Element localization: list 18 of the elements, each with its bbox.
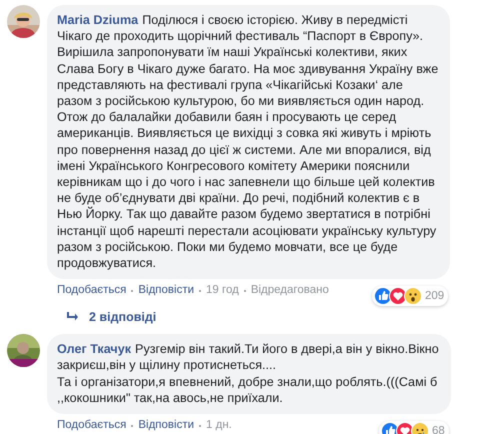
avatar[interactable] (7, 5, 40, 38)
comment-text: Олег Ткачук Рузгемір він такий.Ти його в двері,а він у вікно.Вікно закриєш,він у щілину протиснеться.... Та і організатори,я впевнений, добре знали,що роблять.(((Самі б ,,кокошники" так,на авось,не приїхали. (57, 342, 439, 405)
replies-link[interactable]: 2 відповіді (89, 310, 156, 324)
reply-arrow-icon (67, 312, 79, 322)
separator-dot (131, 290, 134, 292)
separator-dot (131, 424, 134, 427)
like-link[interactable]: Подобається (57, 419, 126, 432)
avatar[interactable] (7, 334, 40, 368)
reply-link[interactable]: Відповісти (138, 419, 194, 432)
author-name[interactable]: Maria Dziuma (57, 13, 138, 27)
separator-dot (199, 424, 202, 427)
author-name[interactable]: Олег Ткачук (57, 342, 132, 356)
comment-text: Maria Dziuma Поділюся і своєю історією. Живу в передмісті Чікаго де проходить щорічний фестиваль “Паспорт в Європу». Вирішила запропонувати їм наші Українські колективи, яких Слава Богу в Чікаго дуже багато. На моє здивування Україну вже представляють на фестивалі група «Чікагійські Козаки‘ але разом з російською культурою, бо ми виявляється один народ. Отож до балалайки добавили баян і просувають це серед американців. Виявляється це вихідці з совка які живуть і мріють про повернення назад до цієї ж системи. Але ми впоралися, від імені Українського Конгресового комітету Америки пояснили керівникам що і до чого і нас запевнели що більше цей колектив не буде об’єднувати дві країни. До речі, подібний колектив є в Нью Йорку. Так що давайте разом будемо звертатися в потрібні інстанції щоб нарешті перестали асоціювати українську культуру разом з російською. Поки ми будемо мовчати, все це буде продовжуватися. (57, 13, 438, 270)
separator-dot (244, 290, 246, 292)
reply-link[interactable]: Відповісти (138, 284, 194, 298)
separator-dot (199, 290, 202, 292)
like-link[interactable]: Подобається (57, 284, 126, 298)
edited-label: Відредаговано (250, 284, 329, 298)
